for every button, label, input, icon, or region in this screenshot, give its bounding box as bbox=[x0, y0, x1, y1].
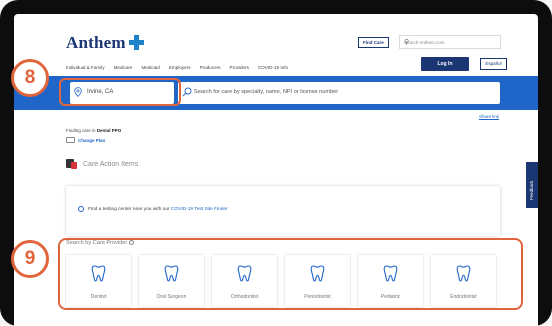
main-nav: Individual & Family Medicare Medicaid Em… bbox=[66, 65, 288, 70]
info-icon bbox=[78, 206, 84, 212]
anthem-logo-text[interactable]: Anthem bbox=[66, 33, 126, 53]
plan-name: Dental PPO bbox=[96, 128, 122, 133]
search-icon bbox=[182, 87, 192, 97]
device-frame: Anthem Find Care Search Anthem.com ⚲ Ind… bbox=[0, 0, 552, 326]
nav-item-medicare[interactable]: Medicare bbox=[114, 65, 133, 70]
care-action-text: Find a testing center near you with our bbox=[88, 207, 170, 212]
clipboard-icon bbox=[66, 159, 77, 169]
finding-care-label: Finding care in bbox=[66, 128, 96, 133]
nav-item-producers[interactable]: Producers bbox=[200, 65, 221, 70]
nav-item-providers[interactable]: Providers bbox=[230, 65, 249, 70]
feedback-label: Feedback bbox=[529, 180, 534, 200]
covid-test-site-finder-link[interactable]: COVID-19 Test Site Finder bbox=[171, 207, 228, 212]
browser-screen: Anthem Find Care Search Anthem.com ⚲ Ind… bbox=[14, 14, 538, 326]
care-action-title: Care Action Items bbox=[83, 160, 139, 168]
care-action-header: Care Action Items bbox=[66, 159, 138, 169]
care-search-placeholder: Search for care by specialty, name, NPI … bbox=[194, 89, 339, 95]
care-search-input[interactable]: Search for care by specialty, name, NPI … bbox=[178, 82, 500, 104]
highlight-box-location bbox=[59, 78, 181, 106]
care-action-card: Find a testing center near you with our … bbox=[66, 186, 500, 236]
site-search-input[interactable]: Search Anthem.com ⚲ bbox=[399, 35, 501, 49]
card-icon bbox=[66, 137, 75, 143]
search-icon[interactable]: ⚲ bbox=[404, 38, 497, 46]
login-button[interactable]: Log In bbox=[421, 57, 469, 71]
step-badge-8: 8 bbox=[11, 59, 49, 97]
change-plan-link[interactable]: Change Plan bbox=[66, 137, 105, 143]
nav-item-employers[interactable]: Employers bbox=[169, 65, 191, 70]
care-action-message: Find a testing center near you with our … bbox=[88, 207, 228, 212]
find-care-button[interactable]: Find Care bbox=[358, 37, 389, 48]
nav-item-medicaid[interactable]: Medicaid bbox=[141, 65, 159, 70]
feedback-tab[interactable]: Feedback bbox=[526, 162, 538, 208]
plan-info: Finding care in Dental PPO bbox=[66, 128, 121, 133]
espanol-button[interactable]: Español bbox=[480, 58, 507, 70]
step-badge-9: 9 bbox=[11, 240, 49, 278]
highlight-box-providers bbox=[58, 238, 523, 310]
nav-item-covid-info[interactable]: COVID-19 Info bbox=[258, 65, 288, 70]
nav-item-individual-family[interactable]: Individual & Family bbox=[66, 65, 105, 70]
share-link[interactable]: Share link bbox=[479, 114, 499, 119]
anthem-cross-icon bbox=[129, 35, 144, 50]
change-plan-label: Change Plan bbox=[78, 137, 106, 143]
